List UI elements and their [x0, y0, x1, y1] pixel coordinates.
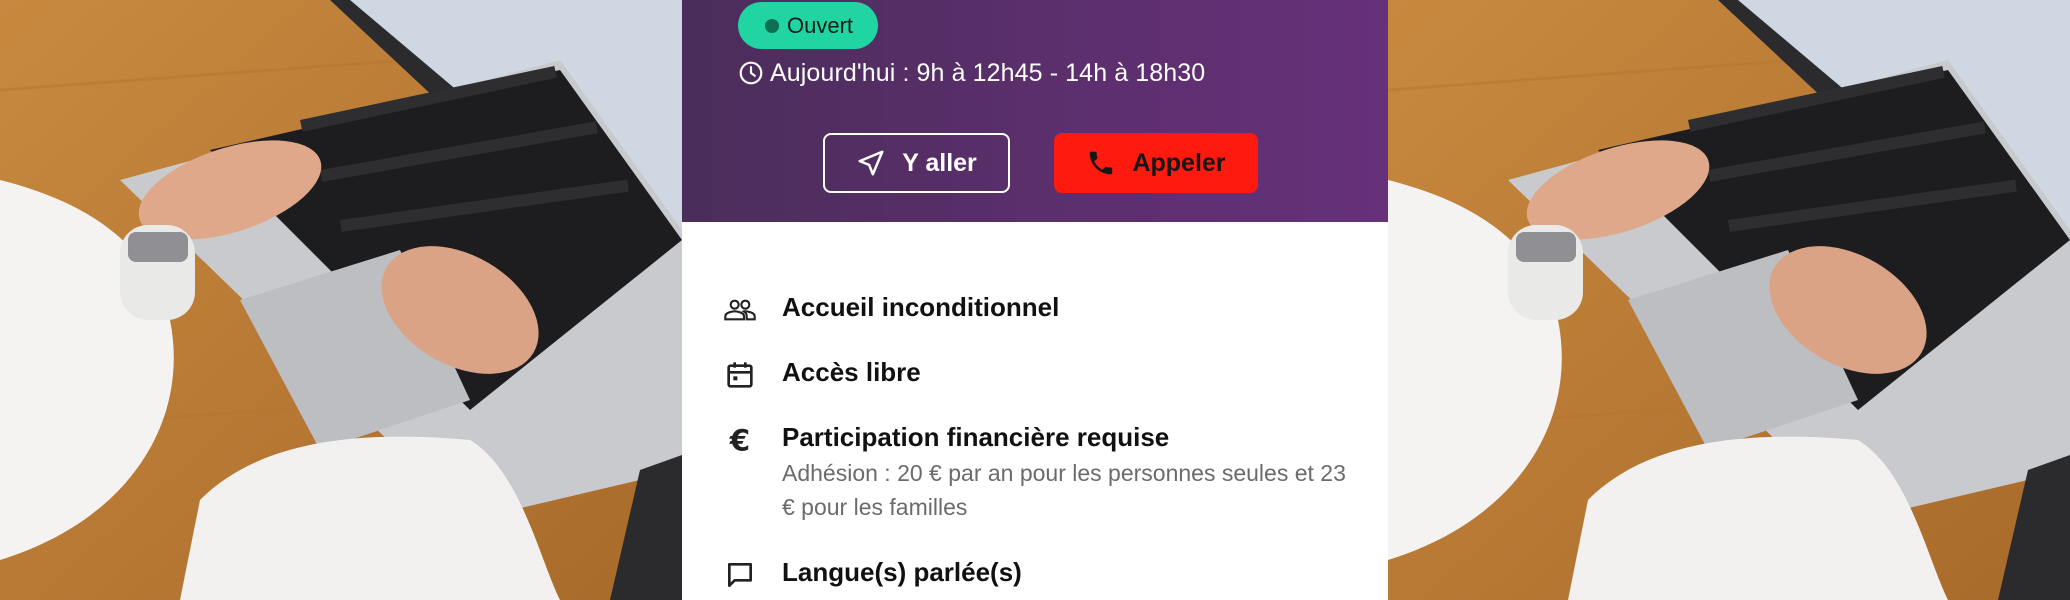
laptop-photo-left: [0, 0, 682, 600]
navigation-arrow-icon: [858, 150, 884, 176]
people-icon: [724, 299, 756, 321]
svg-text:€: €: [729, 424, 750, 456]
feature-title: Accès libre: [782, 357, 921, 387]
feature-title: Participation financière requise: [782, 422, 1170, 452]
calendar-icon: [727, 362, 753, 388]
card-header: Ouvert Aujourd'hui : 9h à 12h45 - 14h à …: [682, 0, 1388, 222]
directions-button[interactable]: Y aller: [823, 133, 1010, 193]
chat-bubble-icon: [728, 563, 752, 587]
today-hours: Aujourd'hui : 9h à 12h45 - 14h à 18h30: [738, 56, 1205, 90]
call-button[interactable]: Appeler: [1054, 133, 1258, 193]
status-dot-icon: [765, 18, 779, 33]
call-button-label: Appeler: [1132, 148, 1226, 177]
open-status-label: Ouvert: [787, 12, 854, 38]
feature-title: Langue(s) parlée(s): [782, 557, 1022, 587]
feature-title: Accueil inconditionnel: [782, 292, 1060, 322]
today-hours-text: Aujourd'hui : 9h à 12h45 - 14h à 18h30: [770, 58, 1206, 87]
directions-button-label: Y aller: [902, 148, 977, 177]
laptop-photo-right: [1388, 0, 2070, 600]
euro-icon: €: [729, 424, 750, 456]
feature-description: Adhésion : 20 € par an pour les personne…: [782, 460, 1346, 520]
open-status-badge: Ouvert: [738, 2, 878, 49]
clock-icon: [739, 61, 763, 85]
service-card: Ouvert Aujourd'hui : 9h à 12h45 - 14h à …: [682, 0, 1388, 600]
phone-icon: [1090, 151, 1113, 175]
